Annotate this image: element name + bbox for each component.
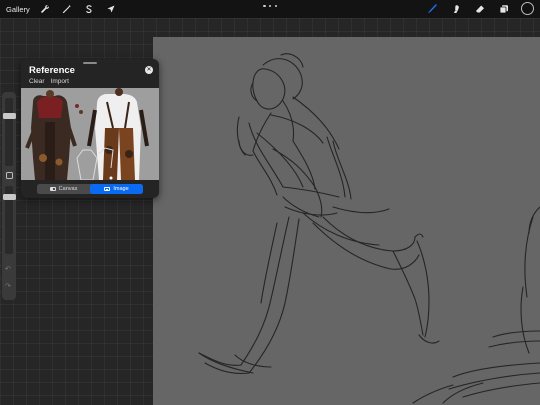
image-segment-label: Image: [113, 186, 129, 192]
canvas-segment-button[interactable]: Canvas: [37, 184, 90, 194]
top-toolbar: Gallery: [0, 0, 540, 18]
layers-icon[interactable]: [497, 2, 510, 15]
canvas-icon: [49, 187, 56, 191]
gallery-button[interactable]: Gallery: [6, 5, 30, 14]
undo-icon[interactable]: ↶: [5, 266, 11, 273]
brush-size-thumb[interactable]: [2, 113, 16, 119]
eraser-icon[interactable]: [473, 2, 486, 15]
reference-actions: Clear Import: [29, 78, 69, 85]
sketch-drawing: [198, 53, 540, 404]
smudge-icon[interactable]: [449, 2, 462, 15]
import-button[interactable]: Import: [51, 78, 69, 85]
panel-drag-handle[interactable]: [83, 62, 97, 64]
reference-mode-toggle: Canvas Image: [37, 184, 143, 194]
opacity-thumb[interactable]: [2, 194, 16, 200]
reference-artwork: [21, 88, 159, 180]
redo-icon[interactable]: ↷: [5, 283, 11, 290]
image-segment-button[interactable]: Image: [90, 184, 143, 194]
left-sidebar: ↶ ↷: [2, 92, 16, 300]
magic-wand-icon[interactable]: [61, 3, 74, 16]
reference-panel[interactable]: Reference ✕ Clear Import Canvas Image: [21, 59, 159, 198]
canvas-segment-label: Canvas: [58, 186, 78, 192]
square-modify-icon[interactable]: [5, 172, 13, 179]
drawing-canvas[interactable]: [153, 37, 540, 405]
close-icon[interactable]: ✕: [145, 66, 153, 74]
brush-size-slider[interactable]: [5, 98, 13, 166]
selection-s-icon[interactable]: [83, 3, 96, 16]
arrow-cursor-icon[interactable]: [105, 3, 118, 16]
color-swatch[interactable]: [521, 2, 534, 15]
image-icon: [104, 187, 111, 191]
ellipsis-icon[interactable]: [263, 3, 277, 9]
brush-icon[interactable]: [425, 2, 438, 15]
wrench-icon[interactable]: [39, 3, 52, 16]
reference-image[interactable]: [21, 88, 159, 180]
clear-button[interactable]: Clear: [29, 78, 45, 85]
reference-title: Reference: [29, 65, 75, 76]
